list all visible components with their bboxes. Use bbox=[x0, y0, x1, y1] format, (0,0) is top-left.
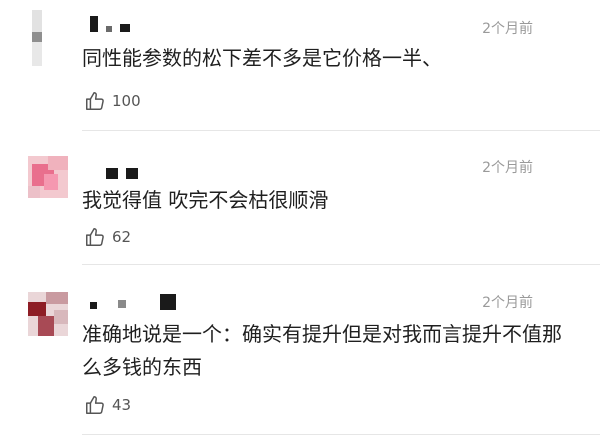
avatar[interactable] bbox=[28, 156, 68, 198]
divider bbox=[82, 434, 600, 435]
like-button[interactable]: 100 bbox=[84, 90, 141, 112]
comment-time: 2个月前 bbox=[482, 21, 533, 37]
thumbs-up-icon bbox=[86, 228, 104, 246]
like-count: 100 bbox=[112, 92, 141, 110]
comment-time: 2个月前 bbox=[482, 295, 533, 311]
like-button[interactable]: 43 bbox=[84, 394, 131, 416]
thumbs-up-icon bbox=[86, 92, 104, 110]
divider bbox=[82, 130, 600, 131]
thumbs-up-icon bbox=[86, 396, 104, 414]
comment-time: 2个月前 bbox=[482, 160, 533, 176]
comment-text: 同性能参数的松下差不多是它价格一半、 bbox=[82, 46, 442, 70]
username-redacted[interactable] bbox=[82, 164, 142, 182]
comment-text: 准确地说是一个：确实有提升但是对我而言提升不值那么多钱的东西 bbox=[82, 322, 562, 379]
like-button[interactable]: 62 bbox=[84, 226, 131, 248]
avatar[interactable] bbox=[28, 292, 68, 336]
comment-text: 我觉得值 吹完不会枯很顺滑 bbox=[82, 188, 329, 212]
divider bbox=[82, 264, 600, 265]
username-redacted[interactable] bbox=[82, 16, 172, 34]
avatar[interactable] bbox=[32, 10, 50, 70]
like-count: 43 bbox=[112, 396, 132, 414]
like-count: 62 bbox=[112, 228, 132, 246]
username-redacted[interactable] bbox=[82, 294, 182, 312]
